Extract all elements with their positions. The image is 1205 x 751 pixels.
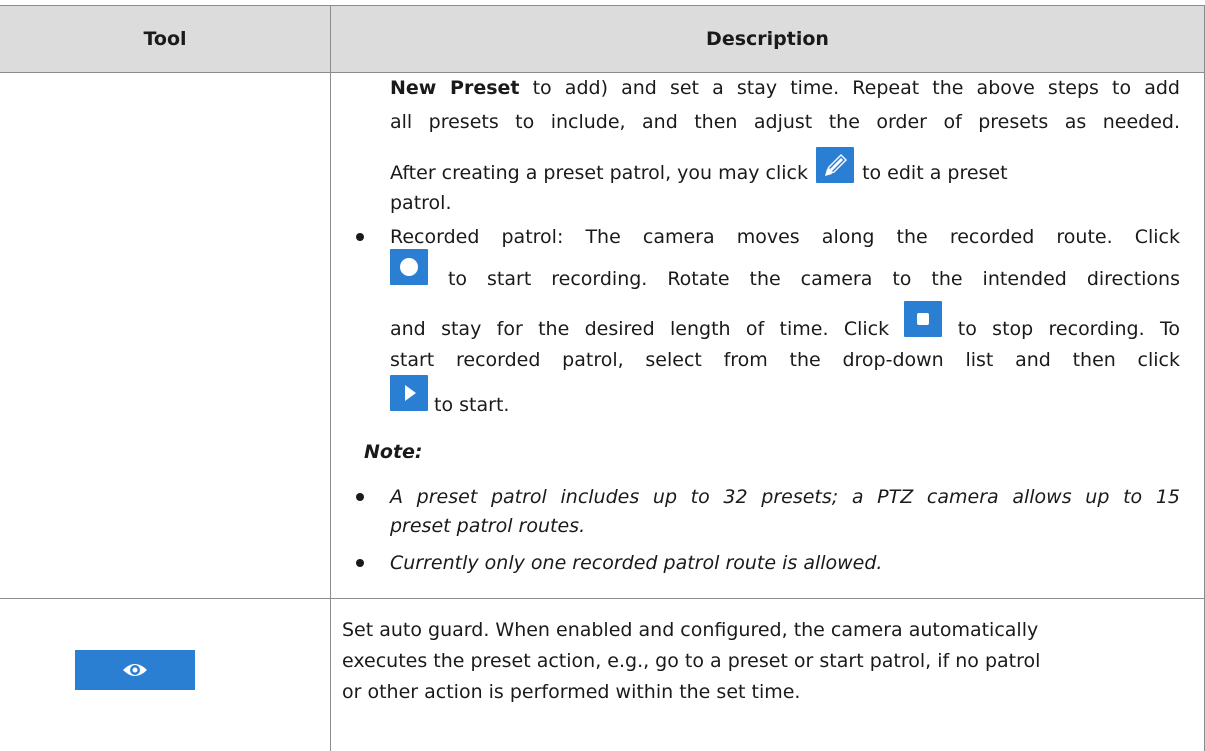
desc-line-5: Recorded patrol: The camera moves along …	[390, 226, 1180, 248]
tool-description-table: Tool Description New Preset to add) and …	[0, 0, 1205, 751]
desc-line-7: and stay for the desired length of time.…	[390, 300, 1180, 342]
desc-line-3: After creating a preset patrol, you may …	[390, 146, 1180, 186]
new-preset-label: New Preset	[390, 77, 520, 99]
auto-guard-line-1: Set auto guard. When enabled and configu…	[342, 619, 1039, 641]
bullet-dot	[356, 233, 364, 241]
row-divider	[0, 598, 1205, 599]
header-description: Description	[706, 27, 829, 50]
auto-guard-line-3: or other action is performed within the …	[342, 681, 801, 703]
desc-line-4: patrol.	[390, 192, 452, 214]
bullet-dot	[356, 493, 364, 501]
auto-guard-button	[75, 650, 195, 690]
note-line-2: preset patrol routes.	[390, 515, 586, 537]
table-header: Tool Description	[0, 5, 1205, 72]
auto-guard-line-2: executes the preset action, e.g., go to …	[342, 650, 1041, 672]
stop-icon	[904, 300, 943, 337]
eye-icon	[123, 664, 147, 676]
note-line-3: Currently only one recorded patrol route…	[390, 552, 883, 574]
note-heading: Note:	[364, 441, 423, 463]
header-bottom-border	[0, 72, 1205, 73]
pencil-icon	[816, 146, 855, 183]
header-tool: Tool	[143, 27, 187, 50]
record-icon	[390, 248, 428, 285]
desc-line-1: New Preset to add) and set a stay time. …	[390, 77, 1180, 99]
desc-line-9: to start.	[390, 374, 1180, 418]
column-divider	[330, 5, 331, 751]
desc-line-2: all presets to include, and then adjust …	[390, 111, 1180, 133]
note-line-1: A preset patrol includes up to 32 preset…	[390, 486, 1180, 508]
desc-line-8: start recorded patrol, select from the d…	[390, 349, 1180, 371]
play-icon	[390, 374, 428, 411]
table-top-border	[0, 5, 1205, 6]
desc-line-6: to start recording. Rotate the camera to…	[390, 248, 1180, 292]
bullet-dot	[356, 559, 364, 567]
